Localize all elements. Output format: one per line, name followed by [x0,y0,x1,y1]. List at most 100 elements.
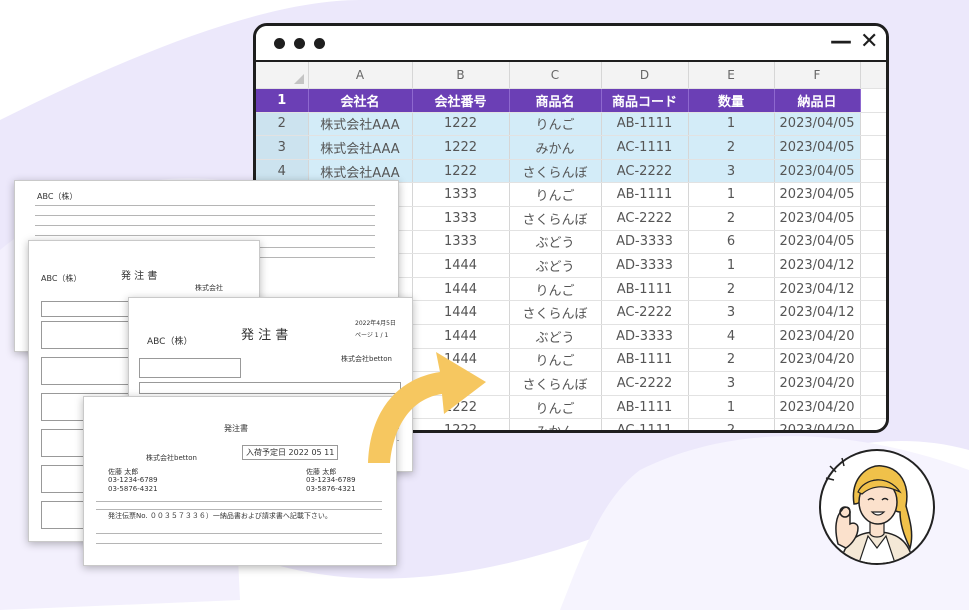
table-cell[interactable]: 1 [688,253,775,278]
table-cell[interactable]: 1 [688,112,775,137]
table-cell[interactable]: 2023/04/12 [774,277,861,302]
table-cell[interactable]: みかん [509,418,602,430]
row-filler [860,348,886,373]
column-letter-row: ABCDEF [256,62,886,89]
table-cell[interactable]: 2 [688,206,775,231]
header-cell[interactable]: 会社名 [308,88,413,113]
table-cell[interactable]: AB-1111 [601,277,689,302]
table-cell[interactable]: 2023/04/20 [774,395,861,420]
table-cell[interactable]: 2 [688,135,775,160]
row-filler [860,159,886,184]
header-cell[interactable]: 会社番号 [412,88,510,113]
table-cell[interactable]: 3 [688,371,775,396]
table-cell[interactable]: 2023/04/20 [774,371,861,396]
table-cell[interactable]: 1 [688,395,775,420]
row-number[interactable]: 3 [256,135,309,160]
table-cell[interactable]: 2 [688,277,775,302]
close-icon[interactable]: ✕ [860,30,878,54]
row-filler [860,371,886,396]
row-number[interactable]: 1 [256,88,309,113]
table-cell[interactable]: 2023/04/20 [774,348,861,373]
doc4-fax-right: 03-5876-4321 [306,485,356,493]
table-cell[interactable]: さくらんぼ [509,159,602,184]
table-cell[interactable]: さくらんぼ [509,206,602,231]
table-cell[interactable]: 1333 [412,206,510,231]
doc4-notice: 発注伝票No. ００３５７３３６）一納品書および請求書へ記載下さい。 [108,512,332,520]
table-cell[interactable]: 2023/04/05 [774,230,861,255]
table-cell[interactable]: AC-1111 [601,418,689,430]
column-letter-e[interactable]: E [688,62,775,89]
table-cell[interactable]: 3 [688,300,775,325]
table-cell[interactable]: 2023/04/05 [774,112,861,137]
column-letter-b[interactable]: B [412,62,510,89]
table-cell[interactable]: AC-2222 [601,300,689,325]
table-cell[interactable]: ぶどう [509,253,602,278]
row-filler [860,300,886,325]
table-cell[interactable]: AB-1111 [601,112,689,137]
table-cell[interactable]: 1 [688,182,775,207]
table-cell[interactable]: AC-1111 [601,135,689,160]
table-cell[interactable]: AC-2222 [601,159,689,184]
header-cell[interactable]: 納品日 [774,88,861,113]
table-cell[interactable]: 2 [688,418,775,430]
table-cell[interactable]: AC-2222 [601,371,689,396]
table-cell[interactable]: ぶどう [509,324,602,349]
minimize-icon[interactable]: — [830,30,852,54]
table-cell[interactable]: ぶどう [509,230,602,255]
table-cell[interactable]: 1333 [412,182,510,207]
header-cell[interactable]: 数量 [688,88,775,113]
table-cell[interactable]: AB-1111 [601,182,689,207]
table-cell[interactable]: 2023/04/20 [774,418,861,430]
table-cell[interactable]: 1444 [412,253,510,278]
table-cell[interactable]: 2023/04/12 [774,253,861,278]
table-cell[interactable]: 1333 [412,230,510,255]
table-cell[interactable]: りんご [509,182,602,207]
table-cell[interactable]: りんご [509,112,602,137]
column-letter-f[interactable]: F [774,62,861,89]
three-dots-icon [274,38,285,49]
doc4-phone-left: 03-1234-6789 [108,476,158,484]
table-cell[interactable]: 2023/04/05 [774,159,861,184]
header-cell[interactable]: 商品コード [601,88,689,113]
table-cell[interactable]: 1222 [412,112,510,137]
header-row: 1 会社名 会社番号 商品名 商品コード 数量 納品日 [256,88,886,113]
table-cell[interactable]: 2 [688,348,775,373]
row-filler [860,135,886,160]
table-cell[interactable]: 2023/04/05 [774,206,861,231]
column-letter-d[interactable]: D [601,62,689,89]
table-cell[interactable]: さくらんぼ [509,371,602,396]
table-cell[interactable]: 株式会社AAA [308,112,413,137]
table-cell[interactable]: 1444 [412,277,510,302]
table-cell[interactable]: 株式会社AAA [308,135,413,160]
table-cell[interactable]: 4 [688,324,775,349]
table-cell[interactable]: AD-3333 [601,253,689,278]
table-cell[interactable]: 2023/04/20 [774,324,861,349]
table-cell[interactable]: 2023/04/05 [774,135,861,160]
table-cell[interactable]: りんご [509,277,602,302]
row-filler [860,395,886,420]
table-cell[interactable]: りんご [509,395,602,420]
column-letter-a[interactable]: A [308,62,413,89]
table-cell[interactable]: AC-2222 [601,206,689,231]
table-cell[interactable]: AB-1111 [601,348,689,373]
table-cell[interactable]: 2023/04/12 [774,300,861,325]
table-cell[interactable]: みかん [509,135,602,160]
table-cell[interactable]: AD-3333 [601,230,689,255]
table-cell[interactable]: 1222 [412,159,510,184]
table-row: 2 株式会社AAA 1222 りんご AB-1111 1 2023/04/05 [256,112,886,137]
table-cell[interactable]: 2023/04/05 [774,182,861,207]
row-number[interactable]: 2 [256,112,309,137]
row-filler [860,277,886,302]
table-cell[interactable]: 6 [688,230,775,255]
table-cell[interactable]: 1444 [412,300,510,325]
table-cell[interactable]: 1222 [412,135,510,160]
table-cell[interactable]: AD-3333 [601,324,689,349]
table-cell[interactable]: りんご [509,348,602,373]
row-filler [860,324,886,349]
table-cell[interactable]: さくらんぼ [509,300,602,325]
table-cell[interactable]: 3 [688,159,775,184]
select-all-corner[interactable] [256,62,309,89]
header-cell[interactable]: 商品名 [509,88,602,113]
column-letter-c[interactable]: C [509,62,602,89]
table-cell[interactable]: AB-1111 [601,395,689,420]
